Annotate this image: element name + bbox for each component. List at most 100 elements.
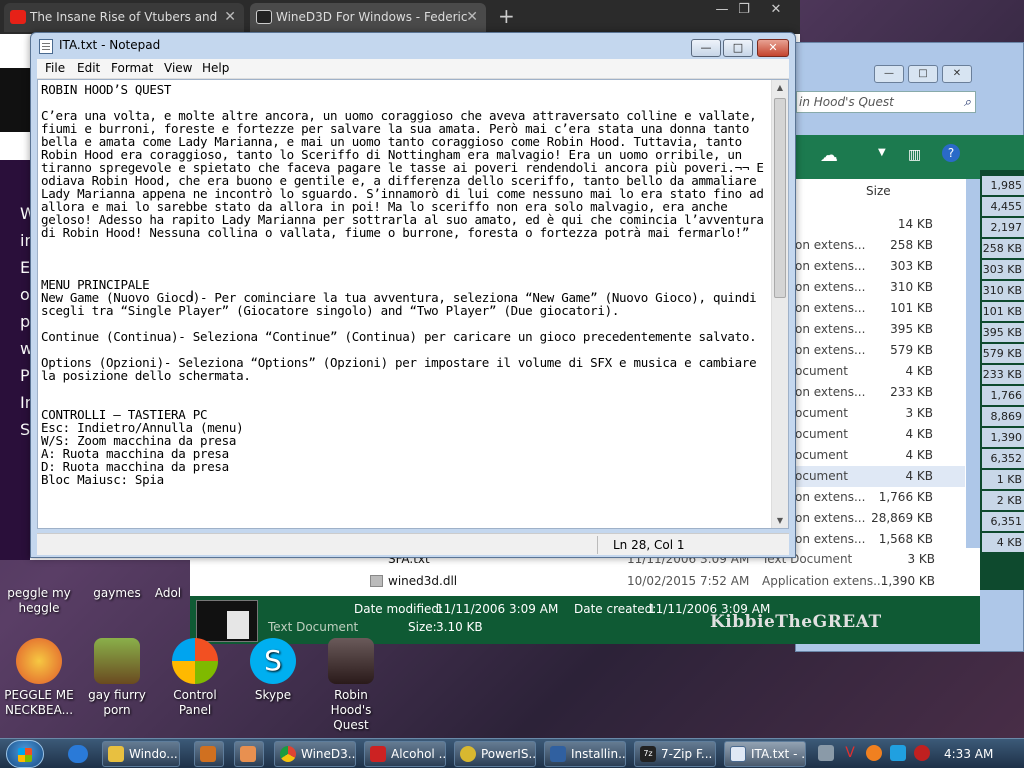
- menu-help[interactable]: Help: [202, 61, 229, 75]
- table-row[interactable]: on extens... 310 KB: [795, 277, 965, 298]
- taskbar-button-alcohol[interactable]: Alcohol ...: [364, 741, 446, 767]
- minimize-button[interactable]: —: [691, 39, 721, 57]
- help-icon[interactable]: ?: [942, 144, 960, 162]
- table-row[interactable]: on extens... 395 KB: [795, 319, 965, 340]
- list-item[interactable]: wined3d.dll 10/02/2015 7:52 AM Applicati…: [190, 570, 980, 592]
- desktop-icon-peggle-neckbeard[interactable]: PEGGLE ME NECKBEA...: [0, 638, 78, 718]
- new-tab-button[interactable]: +: [498, 4, 515, 28]
- size-column-header[interactable]: Size: [866, 179, 891, 203]
- taskbar-label: Windo...: [129, 747, 178, 761]
- table-row[interactable]: on extens... 233 KB: [795, 382, 965, 403]
- notepad-icon: [730, 746, 746, 762]
- file-type: on extens...: [795, 259, 866, 273]
- tray-display-icon[interactable]: [890, 745, 906, 761]
- file-type: Application extens...: [762, 574, 885, 588]
- table-row[interactable]: ocument 4 KB: [795, 361, 965, 382]
- desktop-icon-gaymes[interactable]: gaymes: [78, 560, 156, 601]
- taskbar-button-media[interactable]: [194, 741, 224, 767]
- view-options-icon[interactable]: ☁: [820, 145, 838, 166]
- system-clock[interactable]: 4:33 AM: [944, 747, 993, 761]
- taskbar-button-windows[interactable]: Windo...: [102, 741, 180, 767]
- tray-search-icon[interactable]: [866, 745, 882, 761]
- document-text[interactable]: ROBIN HOOD’S QUEST C’era una volta, e mo…: [41, 83, 773, 486]
- browser-maximize-button[interactable]: ❐: [728, 0, 760, 20]
- desktop-icon-gay-fiurry[interactable]: gay fiurry porn: [78, 638, 156, 718]
- explorer-close-button[interactable]: ✕: [942, 65, 972, 83]
- table-row[interactable]: ocument 4 KB: [795, 466, 965, 487]
- background-size-cell: 8,869 KB: [982, 407, 1024, 442]
- background-size-cell: 303 KB: [982, 260, 1024, 279]
- menu-edit[interactable]: Edit: [77, 61, 100, 75]
- folder-icon: [108, 746, 124, 762]
- table-row[interactable]: 14 KB: [795, 214, 965, 235]
- tray-antivirus-icon[interactable]: V: [842, 745, 858, 761]
- search-text: in Hood's Quest: [799, 95, 894, 109]
- chevron-down-icon[interactable]: ▼: [878, 147, 886, 158]
- taskbar-button-installing[interactable]: Installin...: [544, 741, 626, 767]
- skype-icon: S: [250, 638, 296, 684]
- browser-tab-vtubers[interactable]: The Insane Rise of Vtubers and ✕: [4, 3, 244, 32]
- table-row[interactable]: ocument 4 KB: [795, 445, 965, 466]
- desktop-icon-peggle-heggle[interactable]: peggle my heggle: [0, 560, 78, 616]
- notepad-title-bar[interactable]: ITA.txt - Notepad — □ ✕: [31, 33, 795, 59]
- close-button[interactable]: ✕: [757, 39, 789, 57]
- taskbar-button-app[interactable]: [234, 741, 264, 767]
- menu-file[interactable]: File: [45, 61, 65, 75]
- file-size: 1,568 KB: [878, 532, 933, 546]
- close-tab-icon[interactable]: ✕: [224, 3, 236, 31]
- table-row[interactable]: on extens... 303 KB: [795, 256, 965, 277]
- background-size-cell: 101 KB: [982, 302, 1024, 321]
- table-row[interactable]: on extens... 101 KB: [795, 298, 965, 319]
- start-button[interactable]: [6, 740, 44, 768]
- desktop-icon-skype[interactable]: S Skype: [234, 638, 312, 703]
- background-size-cell: 6,352 KB: [982, 449, 1024, 484]
- table-row[interactable]: on extens... 1,568 KB: [795, 529, 965, 550]
- taskbar-button-chrome[interactable]: WineD3...: [274, 741, 356, 767]
- table-row[interactable]: on extens... 258 KB: [795, 235, 965, 256]
- table-row[interactable]: on extens... 28,869 KB: [795, 508, 965, 529]
- explorer-maximize-button[interactable]: □: [908, 65, 938, 83]
- table-row[interactable]: ocument 3 KB: [795, 403, 965, 424]
- menu-view[interactable]: View: [164, 61, 192, 75]
- browser-tab-bar: The Insane Rise of Vtubers and ✕ WineD3D…: [0, 0, 800, 34]
- browser-tab-wined3d[interactable]: WineD3D For Windows - Federic ✕: [250, 3, 486, 32]
- explorer-minimize-button[interactable]: —: [874, 65, 904, 83]
- desktop-icon-robin-hood[interactable]: Robin Hood's Quest: [312, 638, 390, 733]
- file-size: 395 KB: [890, 322, 933, 336]
- page-text-fragment: In: [20, 393, 35, 412]
- search-icon[interactable]: ⌕: [964, 93, 971, 113]
- maximize-button[interactable]: □: [723, 39, 753, 57]
- desktop-icon-label: PEGGLE ME NECKBEA...: [4, 688, 74, 717]
- youtube-icon: [10, 10, 26, 24]
- scroll-thumb[interactable]: [774, 98, 786, 298]
- taskbar-button-poweriso[interactable]: PowerIS...: [454, 741, 536, 767]
- notepad-icon: [39, 39, 53, 54]
- details-file-type: Text Document: [268, 620, 359, 634]
- preview-pane-icon[interactable]: ▥: [908, 147, 921, 163]
- tray-network-icon[interactable]: [818, 745, 834, 761]
- background-size-cell: 233 KB: [982, 365, 1024, 384]
- windows-logo-icon: [18, 748, 32, 762]
- tray-media-icon[interactable]: [914, 745, 930, 761]
- page-text-fragment: W: [20, 204, 36, 223]
- desktop-icon-control-panel[interactable]: Control Panel: [156, 638, 234, 718]
- notepad-text-area[interactable]: ROBIN HOOD’S QUEST C’era una volta, e mo…: [37, 79, 789, 529]
- browser-close-button[interactable]: ✕: [760, 0, 792, 20]
- taskbar-button-7zip[interactable]: 7z 7-Zip F...: [634, 741, 716, 767]
- vertical-scrollbar[interactable]: ▲ ▼: [771, 80, 788, 528]
- table-row[interactable]: ocument 4 KB: [795, 424, 965, 445]
- scroll-up-icon[interactable]: ▲: [772, 80, 788, 96]
- scroll-down-icon[interactable]: ▼: [772, 513, 788, 528]
- close-tab-icon[interactable]: ✕: [466, 3, 478, 31]
- internet-explorer-icon[interactable]: [68, 745, 88, 763]
- file-type: on extens...: [795, 301, 866, 315]
- notepad-status-bar: Ln 28, Col 1: [37, 533, 789, 555]
- menu-format[interactable]: Format: [111, 61, 153, 75]
- table-row[interactable]: on extens... 579 KB: [795, 340, 965, 361]
- desktop-icon-adol[interactable]: Adol: [150, 560, 186, 601]
- file-preview-icon: [196, 600, 258, 642]
- taskbar-button-notepad[interactable]: ITA.txt - ...: [724, 741, 806, 767]
- file-size: 4 KB: [905, 364, 933, 378]
- explorer-search-input[interactable]: in Hood's Quest ⌕: [796, 91, 976, 113]
- table-row[interactable]: on extens... 1,766 KB: [795, 487, 965, 508]
